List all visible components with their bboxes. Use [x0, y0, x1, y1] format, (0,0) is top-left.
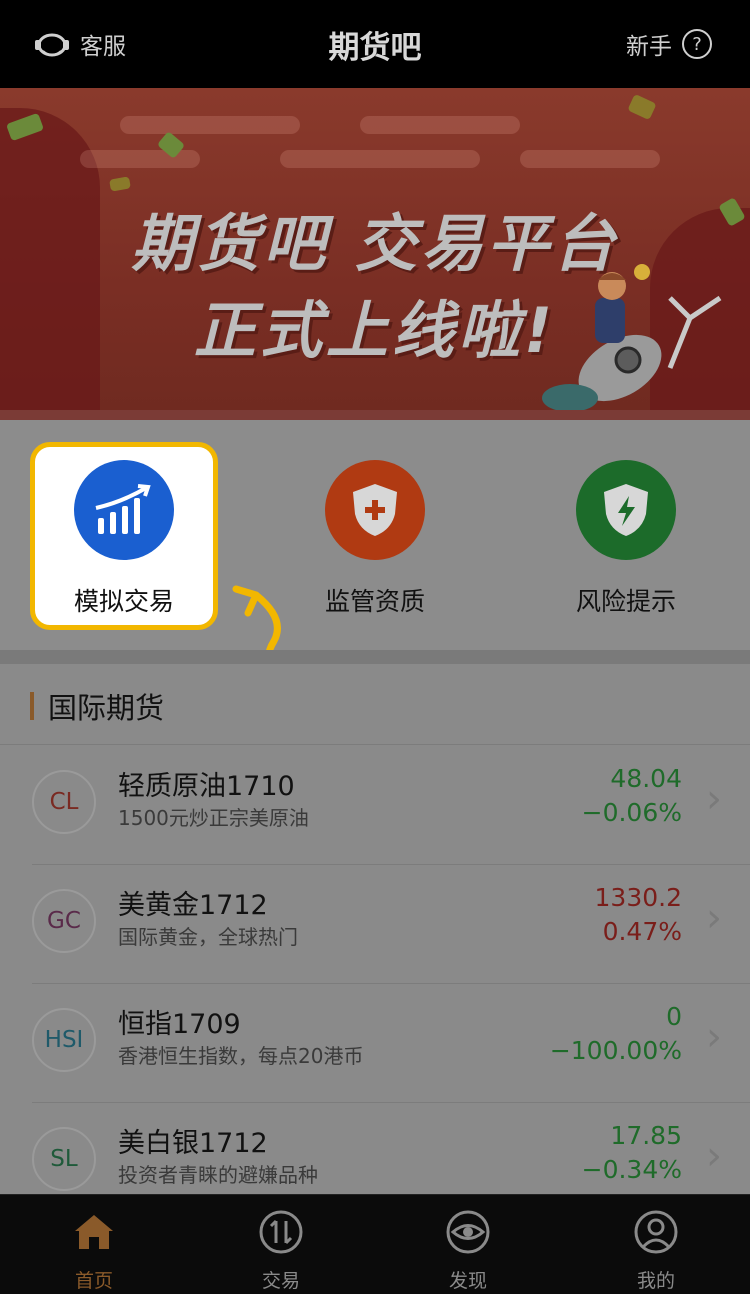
shield-plus-icon [325, 460, 425, 560]
section-divider [0, 744, 750, 745]
futures-change: −100.00% [549, 1036, 682, 1065]
tab-discover-label: 发现 [448, 1270, 487, 1292]
rocket-businessman-illustration [542, 264, 722, 412]
futures-description: 投资者青睐的避嫌品种 [118, 1163, 318, 1187]
chart-growth-icon [74, 460, 174, 560]
tab-home-label: 首页 [74, 1270, 113, 1292]
bottom-tab-bar: 首页 交易 发现 我的 [0, 1194, 750, 1294]
futures-change: −0.06% [581, 798, 682, 827]
futures-code-badge: CL [32, 770, 96, 834]
newbie-button[interactable]: 新手 ? [626, 26, 712, 62]
section-gap [0, 650, 750, 664]
futures-description: 国际黄金，全球热门 [118, 925, 298, 949]
simulated-trading-label: 模拟交易 [73, 587, 174, 616]
tab-discover[interactable]: 发现 [408, 1209, 528, 1293]
chevron-right-icon: › [706, 776, 722, 822]
futures-change: −0.34% [581, 1155, 682, 1184]
top-nav-bar: 客服 期货吧 新手 ? [0, 0, 750, 88]
chevron-right-icon: › [706, 1014, 722, 1060]
futures-price: 0 [666, 1002, 682, 1031]
section-title: 国际期货 [48, 691, 165, 725]
promo-banner[interactable]: 期货吧 交易平台 正式上线啦! [0, 88, 750, 420]
international-futures-section: 国际期货 CL 轻质原油1710 1500元炒正宗美原油 48.04 −0.06… [0, 664, 750, 1194]
tab-trade[interactable]: 交易 [221, 1209, 341, 1293]
futures-price: 48.04 [610, 764, 682, 793]
tab-profile[interactable]: 我的 [596, 1209, 716, 1293]
newbie-label: 新手 [626, 34, 672, 60]
futures-name: 轻质原油1710 [118, 771, 295, 802]
futures-row-hsi[interactable]: HSI 恒指1709 香港恒生指数，每点20港币 0 −100.00% › [0, 984, 750, 1103]
banner-stripe [120, 116, 300, 134]
futures-name: 恒指1709 [118, 1009, 241, 1040]
futures-name: 美黄金1712 [118, 890, 268, 921]
risk-warning-button[interactable]: 风险提示 [536, 460, 716, 618]
chevron-right-icon: › [706, 895, 722, 941]
banner-stripe [520, 150, 660, 168]
tab-trade-label: 交易 [261, 1270, 300, 1292]
discover-eye-icon [446, 1210, 490, 1254]
confetti-decoration [109, 176, 131, 192]
futures-price: 17.85 [610, 1121, 682, 1150]
tab-home[interactable]: 首页 [34, 1209, 154, 1293]
futures-row-cl[interactable]: CL 轻质原油1710 1500元炒正宗美原油 48.04 −0.06% › [0, 746, 750, 865]
confetti-decoration [627, 93, 657, 121]
trade-arrows-icon [259, 1210, 303, 1254]
section-header: 国际期货 [30, 686, 164, 726]
tab-profile-label: 我的 [636, 1270, 675, 1292]
futures-row-gc[interactable]: GC 美黄金1712 国际黄金，全球热门 1330.2 0.47% › [0, 865, 750, 984]
banner-stripe [360, 116, 520, 134]
chevron-right-icon: › [706, 1133, 722, 1179]
futures-price: 1330.2 [594, 883, 682, 912]
futures-name: 美白银1712 [118, 1128, 268, 1159]
simulated-trading-button[interactable]: 模拟交易 [34, 460, 214, 618]
help-icon: ? [682, 29, 712, 59]
profile-icon [634, 1210, 678, 1254]
futures-description: 香港恒生指数，每点20港币 [118, 1044, 364, 1068]
futures-description: 1500元炒正宗美原油 [118, 806, 309, 830]
home-icon [75, 1215, 113, 1249]
section-accent-bar [30, 692, 34, 720]
futures-code-badge: SL [32, 1127, 96, 1191]
risk-warning-label: 风险提示 [575, 587, 676, 616]
banner-stripe [280, 150, 480, 168]
futures-code-badge: GC [32, 889, 96, 953]
banner-ground [0, 410, 750, 420]
futures-code-badge: HSI [32, 1008, 96, 1072]
futures-change: 0.47% [602, 917, 682, 946]
shield-bolt-icon [576, 460, 676, 560]
banner-stripe [80, 150, 200, 168]
